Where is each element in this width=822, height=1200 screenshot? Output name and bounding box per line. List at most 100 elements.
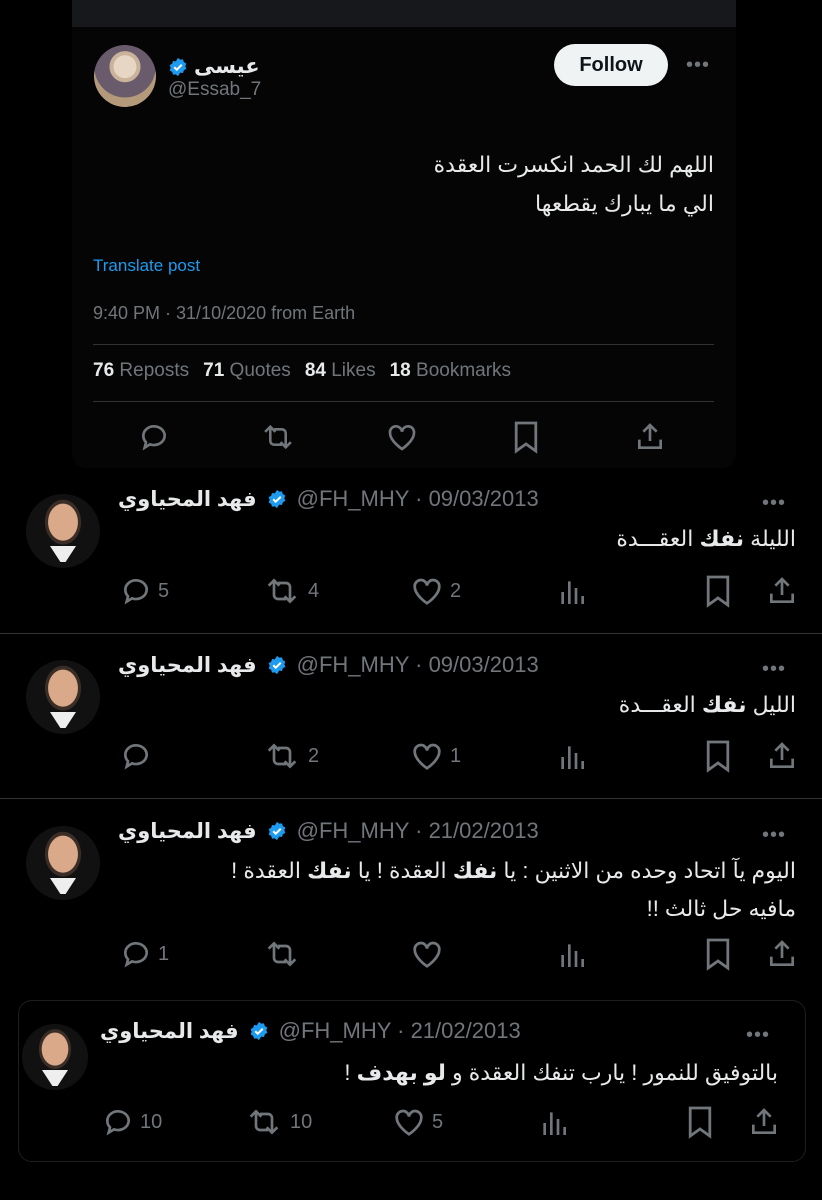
share-icon[interactable] xyxy=(634,420,666,454)
bookmark-icon[interactable] xyxy=(686,1105,714,1139)
verified-badge-icon xyxy=(268,489,285,509)
text-part: العقدة ! xyxy=(231,858,308,883)
like-action[interactable]: 5 xyxy=(392,1107,443,1137)
reply-action[interactable] xyxy=(120,740,158,772)
verified-badge-icon xyxy=(268,821,285,841)
handle-and-date[interactable]: @FH_MHY · 09/03/2013 xyxy=(297,486,539,512)
stat-value: 84 xyxy=(304,360,326,381)
reply-count: 1 xyxy=(158,942,170,965)
text-bold: نفك xyxy=(701,692,747,717)
stat-label: Reposts xyxy=(119,360,190,381)
repost-icon[interactable] xyxy=(260,421,296,453)
author-name[interactable]: فهد المحياوي xyxy=(118,819,257,844)
more-options-icon[interactable]: ••• xyxy=(762,492,786,515)
analytics-icon[interactable] xyxy=(556,741,588,773)
stat-likes[interactable]: 84 Likes xyxy=(305,360,376,382)
tweet-text: اللهم لك الحمد انكسرت العقدة الي ما يبار… xyxy=(154,145,714,223)
more-options-icon[interactable]: ••• xyxy=(686,54,710,77)
repost-count: 2 xyxy=(308,744,320,767)
more-options-icon[interactable]: ••• xyxy=(746,1024,770,1047)
like-icon xyxy=(413,743,441,770)
reply-text-line1: اليوم يآ اتحاد وحده من الاثنين : يا نفك … xyxy=(116,852,796,890)
like-action[interactable]: 1 xyxy=(410,741,461,771)
reply-text: الليل نفك العقـــدة xyxy=(136,686,796,724)
divider xyxy=(93,344,714,345)
bookmark-icon[interactable] xyxy=(704,574,732,608)
author-name[interactable]: عيسى xyxy=(168,54,260,79)
stat-quotes[interactable]: 71 Quotes xyxy=(203,360,291,382)
author-name[interactable]: فهد المحياوي xyxy=(118,653,257,678)
post-timestamp[interactable]: 9:40 PM · 31/10/2020 from Earth xyxy=(93,303,355,324)
analytics-icon[interactable] xyxy=(538,1107,570,1139)
bookmark-icon[interactable] xyxy=(704,739,732,773)
previous-card-edge xyxy=(72,0,736,27)
engagement-stats: 76 Reposts 71 Quotes 84 Likes 18 Bookmar… xyxy=(93,360,511,382)
text-bold: نفك xyxy=(307,858,352,883)
avatar[interactable] xyxy=(26,494,100,568)
like-action[interactable]: 2 xyxy=(410,576,461,606)
stat-value: 71 xyxy=(203,360,225,381)
divider xyxy=(0,798,822,799)
follow-button[interactable]: Follow xyxy=(554,44,668,86)
avatar[interactable] xyxy=(94,45,156,107)
repost-icon xyxy=(267,941,297,967)
repost-action[interactable]: 4 xyxy=(262,575,319,607)
share-icon[interactable] xyxy=(766,574,798,608)
stat-label: Bookmarks xyxy=(416,360,512,381)
handle-and-date[interactable]: @FH_MHY · 09/03/2013 xyxy=(297,652,539,678)
text-bold: نفك xyxy=(452,858,498,883)
reply-header: فهد المحياوي @FH_MHY · 21/02/2013 xyxy=(118,818,539,844)
like-icon[interactable] xyxy=(386,422,418,452)
author-name[interactable]: فهد المحياوي xyxy=(118,487,257,512)
reply-text: اليوم يآ اتحاد وحده من الاثنين : يا نفك … xyxy=(116,852,796,928)
author-name[interactable]: فهد المحياوي xyxy=(100,1019,239,1044)
like-icon xyxy=(413,578,441,605)
bookmark-icon[interactable] xyxy=(704,937,732,971)
reply-header: فهد المحياوي @FH_MHY · 21/02/2013 xyxy=(100,1018,521,1044)
text-part: الليلة xyxy=(744,526,796,551)
reply-action[interactable]: 5 xyxy=(120,575,169,607)
more-options-icon[interactable]: ••• xyxy=(762,824,786,847)
text-part: العقدة ! يا xyxy=(351,858,453,883)
stat-value: 76 xyxy=(93,360,115,381)
repost-count: 4 xyxy=(308,579,320,602)
author-handle[interactable]: @Essab_7 xyxy=(168,79,261,101)
reply-count: 10 xyxy=(140,1110,163,1133)
share-icon[interactable] xyxy=(766,937,798,971)
analytics-icon[interactable] xyxy=(556,939,588,971)
verified-badge-icon xyxy=(268,655,285,675)
more-options-icon[interactable]: ••• xyxy=(762,658,786,681)
avatar[interactable] xyxy=(26,660,100,734)
verified-badge-icon xyxy=(250,1021,267,1041)
stat-reposts[interactable]: 76 Reposts xyxy=(93,360,189,382)
analytics-icon[interactable] xyxy=(556,576,588,608)
reply-header: فهد المحياوي @FH_MHY · 09/03/2013 xyxy=(118,652,539,678)
translate-post-link[interactable]: Translate post xyxy=(93,256,200,276)
tweet-text-line1: اللهم لك الحمد انكسرت العقدة xyxy=(433,152,714,177)
repost-icon xyxy=(267,743,297,769)
share-icon[interactable] xyxy=(766,739,798,773)
handle-and-date[interactable]: @FH_MHY · 21/02/2013 xyxy=(297,818,539,844)
tweet-text-line2: الي ما يبارك يقطعها xyxy=(535,191,714,216)
repost-action[interactable] xyxy=(262,938,308,970)
like-count: 5 xyxy=(432,1110,444,1133)
text-part: العقـــدة xyxy=(616,526,700,551)
avatar[interactable] xyxy=(22,1024,88,1090)
repost-action[interactable]: 10 xyxy=(244,1106,312,1138)
handle-and-date[interactable]: @FH_MHY · 21/02/2013 xyxy=(279,1018,521,1044)
reply-action[interactable]: 10 xyxy=(102,1106,162,1138)
stat-label: Quotes xyxy=(229,360,291,381)
verified-badge-icon xyxy=(169,57,187,76)
reply-icon[interactable] xyxy=(138,421,170,453)
stat-bookmarks[interactable]: 18 Bookmarks xyxy=(390,360,511,382)
avatar[interactable] xyxy=(26,826,100,900)
share-icon[interactable] xyxy=(748,1105,780,1139)
text-bold: نفك xyxy=(699,526,745,551)
reply-action[interactable]: 1 xyxy=(120,938,169,970)
repost-action[interactable]: 2 xyxy=(262,740,319,772)
reply-text-line2: مافيه حل ثالث !! xyxy=(646,896,796,921)
repost-icon xyxy=(267,578,297,604)
like-action[interactable] xyxy=(410,939,450,969)
bookmark-icon[interactable] xyxy=(512,420,540,454)
repost-count: 10 xyxy=(290,1110,313,1133)
